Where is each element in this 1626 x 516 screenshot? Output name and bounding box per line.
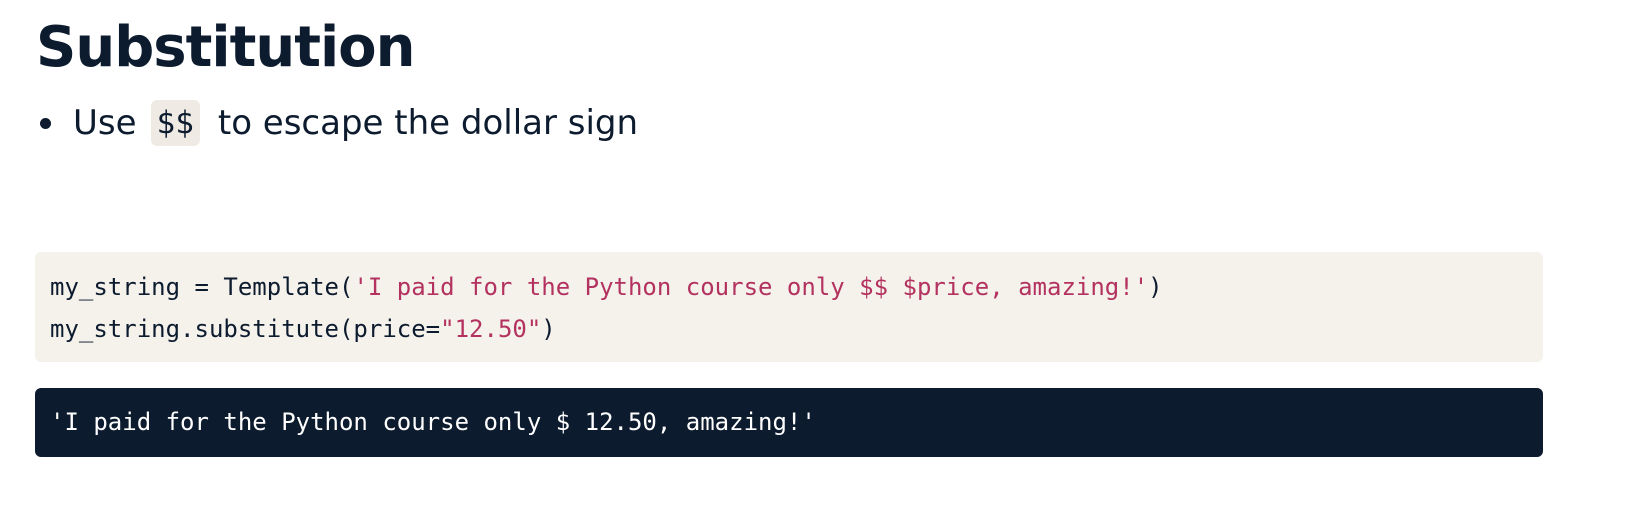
code-block: my_string = Template('I paid for the Pyt… (35, 252, 1543, 362)
code-token: ) (1148, 273, 1163, 301)
bullet-dot (40, 117, 51, 129)
string-literal: "12.50" (440, 315, 542, 343)
code-line: my_string.substitute(price="12.50") (50, 308, 1543, 350)
bullet-text-before: Use (73, 103, 137, 143)
code-token: my_string.substitute(price= (50, 315, 441, 343)
bullet-item: Use $$ to escape the dollar sign (36, 98, 638, 148)
bullet-list: Use $$ to escape the dollar sign (36, 98, 638, 148)
code-line: my_string = Template('I paid for the Pyt… (50, 266, 1543, 308)
output-block: 'I paid for the Python course only $ 12.… (35, 388, 1543, 457)
bullet-text-after: to escape the dollar sign (217, 103, 639, 143)
code-token: my_string = Template( (50, 273, 354, 301)
string-literal: 'I paid for the Python course only $$ $p… (353, 273, 1149, 301)
code-token: ) (541, 315, 556, 343)
page-title: Substitution (36, 15, 416, 80)
inline-code: $$ (150, 100, 200, 146)
